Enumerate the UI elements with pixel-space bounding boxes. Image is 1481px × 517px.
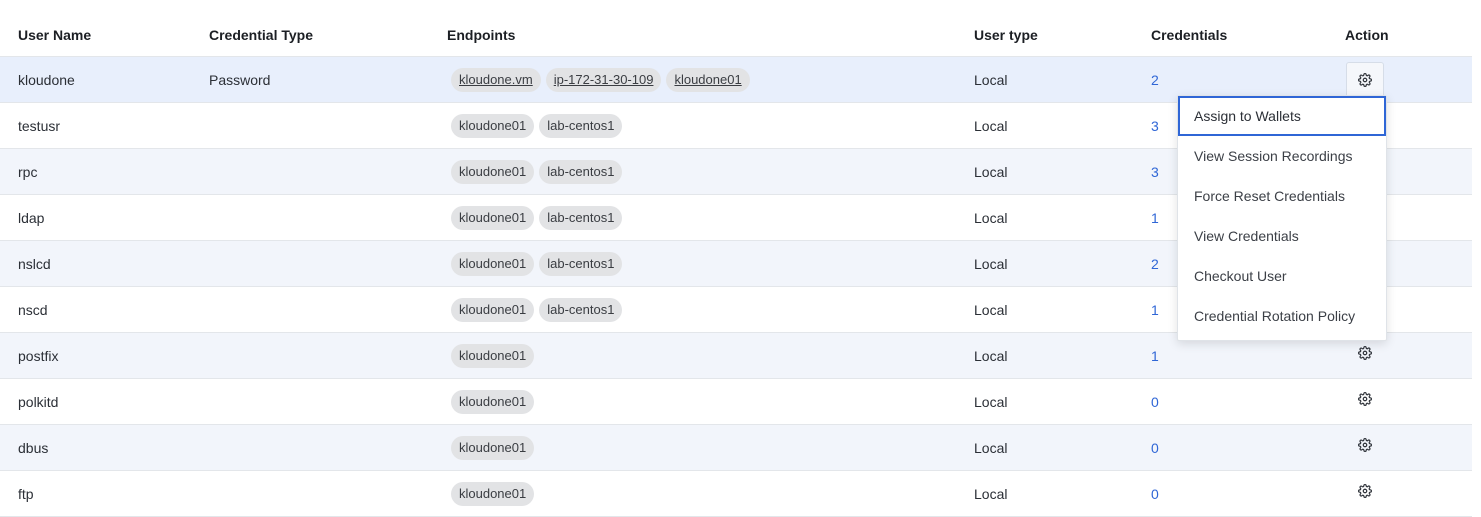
user-type-cell: Local <box>974 163 1008 180</box>
credentials-count-cell: 0 <box>1151 471 1159 516</box>
endpoints-cell: kloudone01 lab-centos1 <box>451 287 623 332</box>
credentials-count-cell: 3 <box>1151 149 1159 194</box>
menu-item-view-credentials[interactable]: View Credentials <box>1178 216 1386 256</box>
endpoint-chip: lab-centos1 <box>539 113 623 138</box>
action-gear-button[interactable] <box>1345 379 1385 424</box>
endpoint-chip: kloudone01 <box>451 389 535 414</box>
user-type-cell: Local <box>974 485 1008 502</box>
endpoint-chip[interactable]: ip-172-31-30-109 <box>545 67 662 92</box>
credentials-count-link[interactable]: 2 <box>1151 256 1159 272</box>
credentials-count-link[interactable]: 3 <box>1151 118 1159 134</box>
gear-icon <box>1358 346 1372 365</box>
user-name-cell: ftp <box>18 485 34 502</box>
column-header-user-type[interactable]: User type <box>974 0 1038 56</box>
endpoint-chip: kloudone01 <box>451 159 535 184</box>
credentials-count-cell: 2 <box>1151 57 1159 102</box>
gear-icon <box>1358 438 1372 457</box>
table-row: polkitd kloudone01 Local 0 <box>0 379 1472 425</box>
menu-item-force-reset-credentials[interactable]: Force Reset Credentials <box>1178 176 1386 216</box>
user-name-cell: ldap <box>18 209 45 226</box>
user-type-cell: Local <box>974 439 1008 456</box>
menu-item-assign-to-wallets[interactable]: Assign to Wallets <box>1178 96 1386 136</box>
credentials-count-cell: 1 <box>1151 287 1159 332</box>
menu-item-credential-rotation-policy[interactable]: Credential Rotation Policy <box>1178 296 1386 336</box>
user-type-cell: Local <box>974 117 1008 134</box>
endpoint-chip[interactable]: kloudone.vm <box>451 67 541 92</box>
credentials-count-link[interactable]: 2 <box>1151 72 1159 88</box>
credentials-count-link[interactable]: 1 <box>1151 302 1159 318</box>
credentials-count-link[interactable]: 1 <box>1151 348 1159 364</box>
credentials-count-cell: 0 <box>1151 425 1159 470</box>
endpoint-chip: kloudone01 <box>451 343 535 368</box>
endpoints-cell: kloudone01 <box>451 471 535 516</box>
table-header: User Name Credential Type Endpoints User… <box>0 0 1472 57</box>
endpoints-cell: kloudone01 <box>451 379 535 424</box>
credentials-count-link[interactable]: 0 <box>1151 486 1159 502</box>
column-header-credential-type[interactable]: Credential Type <box>209 0 313 56</box>
user-type-cell: Local <box>974 209 1008 226</box>
column-header-credentials[interactable]: Credentials <box>1151 0 1227 56</box>
user-name-cell: postfix <box>18 347 59 364</box>
table-row: ftp kloudone01 Local 0 <box>0 471 1472 517</box>
endpoints-cell: kloudone.vm ip-172-31-30-109 kloudone01 <box>451 57 750 102</box>
user-name-cell: polkitd <box>18 393 59 410</box>
endpoint-chip: lab-centos1 <box>539 205 623 230</box>
credentials-count-cell: 0 <box>1151 379 1159 424</box>
endpoint-chip: kloudone01 <box>451 481 535 506</box>
user-type-cell: Local <box>974 71 1008 88</box>
user-name-cell: rpc <box>18 163 38 180</box>
user-type-cell: Local <box>974 393 1008 410</box>
column-header-endpoints[interactable]: Endpoints <box>447 0 515 56</box>
endpoint-chip: lab-centos1 <box>539 297 623 322</box>
endpoint-chip: kloudone01 <box>451 251 535 276</box>
endpoint-chip: lab-centos1 <box>539 251 623 276</box>
user-type-cell: Local <box>974 347 1008 364</box>
credentials-count-cell: 3 <box>1151 103 1159 148</box>
action-gear-button[interactable] <box>1345 471 1385 516</box>
endpoint-chip: kloudone01 <box>451 297 535 322</box>
user-name-cell: nslcd <box>18 255 51 272</box>
endpoints-cell: kloudone01 lab-centos1 <box>451 241 623 286</box>
table-row: dbus kloudone01 Local 0 <box>0 425 1472 471</box>
credentials-count-cell: 2 <box>1151 241 1159 286</box>
gear-icon <box>1346 61 1384 98</box>
column-header-action: Action <box>1345 27 1389 43</box>
credentials-count-link[interactable]: 1 <box>1151 210 1159 226</box>
endpoints-cell: kloudone01 lab-centos1 <box>451 103 623 148</box>
column-header-user-name[interactable]: User Name <box>18 0 91 56</box>
action-menu: Assign to Wallets View Session Recordings… <box>1177 95 1387 341</box>
endpoints-cell: kloudone01 <box>451 333 535 378</box>
gear-icon <box>1358 392 1372 411</box>
endpoint-chip: kloudone01 <box>451 205 535 230</box>
credentials-count-cell: 1 <box>1151 195 1159 240</box>
credentials-count-link[interactable]: 3 <box>1151 164 1159 180</box>
menu-item-view-session-recordings[interactable]: View Session Recordings <box>1178 136 1386 176</box>
user-type-cell: Local <box>974 255 1008 272</box>
menu-item-checkout-user[interactable]: Checkout User <box>1178 256 1386 296</box>
endpoint-chip: lab-centos1 <box>539 159 623 184</box>
credentials-count-link[interactable]: 0 <box>1151 440 1159 456</box>
user-name-cell: dbus <box>18 439 49 456</box>
user-type-cell: Local <box>974 301 1008 318</box>
endpoint-chip: kloudone01 <box>451 113 535 138</box>
endpoints-cell: kloudone01 lab-centos1 <box>451 195 623 240</box>
user-name-cell: testusr <box>18 117 61 134</box>
endpoint-chip[interactable]: kloudone01 <box>666 67 750 92</box>
user-name-cell: kloudone <box>18 71 75 88</box>
credential-type-cell: Password <box>209 71 271 88</box>
endpoint-chip: kloudone01 <box>451 435 535 460</box>
endpoints-cell: kloudone01 lab-centos1 <box>451 149 623 194</box>
endpoints-cell: kloudone01 <box>451 425 535 470</box>
credentials-count-cell: 1 <box>1151 333 1159 378</box>
credentials-count-link[interactable]: 0 <box>1151 394 1159 410</box>
user-name-cell: nscd <box>18 301 48 318</box>
gear-icon <box>1358 484 1372 503</box>
action-gear-button[interactable] <box>1345 425 1385 470</box>
